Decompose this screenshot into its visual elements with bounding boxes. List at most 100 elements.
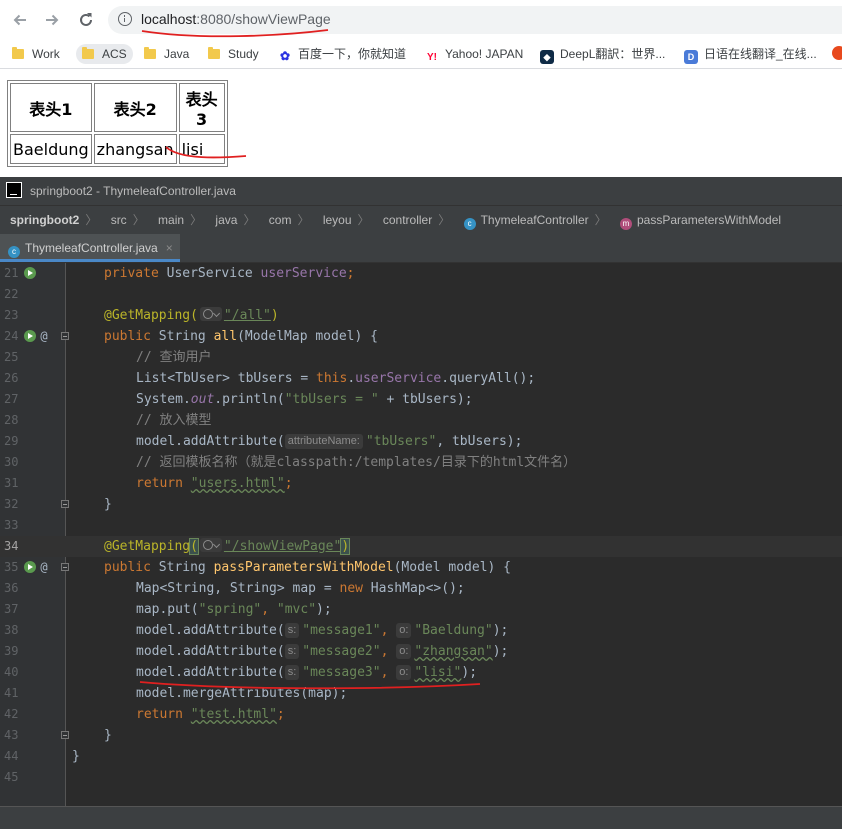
deepl-icon: ◆ (540, 50, 554, 64)
crumb-leyou[interactable]: leyou (323, 206, 352, 234)
back-button[interactable] (8, 8, 32, 32)
crumb-com[interactable]: com (269, 206, 292, 234)
at-sign-icon[interactable]: @ (38, 557, 50, 574)
code-token: ); (461, 665, 478, 680)
bookmark-label: 日语在线翻译_在线... (704, 47, 817, 61)
bookmark-work[interactable]: Work (12, 44, 60, 64)
ide-title: springboot2 - ThymeleafController.java (30, 184, 236, 198)
crumb-src[interactable]: src (111, 206, 127, 234)
code-token[interactable]: "/all" (224, 308, 271, 323)
arrow-right-icon (46, 14, 59, 26)
bean-navigate-icon[interactable] (24, 330, 36, 342)
line-number: 28 (4, 413, 19, 427)
fold-icon[interactable] (61, 332, 69, 340)
bookmark-dict[interactable]: D 日语在线翻译_在线... (684, 44, 817, 64)
code-token: , (261, 602, 277, 617)
bookmark-java[interactable]: Java (144, 44, 189, 64)
bookmark-deepl[interactable]: ◆ DeepL翻訳：世界... (540, 44, 665, 64)
code-token: .queryAll(); (441, 371, 536, 386)
code-token: ); (492, 623, 509, 638)
table-cell: zhangsan (93, 134, 177, 164)
code-token: } (72, 749, 80, 764)
bookmarks-bar: Work ACS Java Study ✿ 百度一下，你就知道 Y! Yahoo! … (0, 40, 842, 69)
crumb-project[interactable]: springboot2 (10, 206, 79, 234)
code-token: ) (340, 538, 351, 555)
code-token: , (380, 644, 397, 659)
code-token: , tbUsers); (436, 434, 523, 449)
code-line: 44 } (0, 746, 842, 767)
bean-navigate-icon[interactable] (24, 267, 36, 279)
code-comment: // 放入模型 (136, 413, 212, 428)
code-line: 40 model.addAttribute(s: "message3", o: "l… (0, 662, 842, 683)
url-host: localhost (141, 11, 197, 27)
chevron-right-icon: 〉 (243, 213, 256, 227)
code-editor[interactable]: 21 private UserService userService; 22 2… (0, 263, 842, 806)
line-number: 24 (4, 329, 19, 343)
code-token: . (347, 371, 356, 386)
bookmark-baidu[interactable]: ✿ 百度一下，你就知道 (278, 44, 406, 64)
bookmark-acs[interactable]: ACS (76, 44, 133, 64)
crumb-controller[interactable]: controller (383, 206, 432, 234)
class-icon: c (8, 246, 20, 258)
line-number: 40 (4, 665, 19, 679)
code-token: passParametersWithModel (213, 560, 394, 575)
bookmark-label: Java (164, 47, 190, 61)
bookmark-overflow[interactable] (832, 44, 842, 64)
code-token: @GetMapping( (104, 308, 198, 323)
info-icon[interactable] (118, 12, 132, 26)
line-number: 29 (4, 434, 19, 448)
table-cell: lisi (178, 134, 225, 164)
line-number: 33 (4, 518, 19, 532)
bookmark-label: 百度一下，你就知道 (298, 47, 407, 61)
bean-navigate-icon[interactable] (24, 561, 36, 573)
crumb-main[interactable]: main (158, 206, 184, 234)
address-bar[interactable]: localhost:8080/showViewPage (108, 6, 842, 34)
code-token: model.addAttribute( (136, 644, 285, 659)
reload-button[interactable] (74, 8, 98, 32)
fold-icon[interactable] (61, 731, 69, 739)
code-line: 36 Map<String, String> map = new HashMap… (0, 578, 842, 599)
code-token: HashMap<>(); (362, 581, 465, 596)
crumb-class-label: ThymeleafController (480, 213, 589, 227)
code-token: } (104, 728, 112, 743)
url-text[interactable]: localhost:8080/showViewPage (141, 11, 331, 27)
line-number: 34 (4, 539, 19, 553)
code-token: "tbUsers = " (284, 392, 379, 407)
crumb-java[interactable]: java (215, 206, 237, 234)
code-token: Map<String, String> map = (136, 581, 340, 596)
ide-status-bar (0, 806, 842, 829)
code-token: "lisi" (414, 665, 462, 680)
folder-icon (144, 47, 156, 59)
forward-button[interactable] (40, 8, 64, 32)
code-line: 22 (0, 284, 842, 305)
table-row: Baeldung zhangsan lisi (10, 134, 225, 164)
code-line: 45 (0, 767, 842, 788)
intellij-logo-icon (6, 182, 22, 198)
code-token: "zhangsan" (414, 644, 493, 659)
code-token[interactable]: "/showViewPage" (224, 539, 341, 554)
close-icon[interactable]: × (166, 234, 173, 262)
globe-icon[interactable] (199, 538, 222, 552)
line-number: 35 (4, 560, 19, 574)
code-token: public (104, 329, 151, 344)
fold-icon[interactable] (61, 500, 69, 508)
code-token: "users.html" (190, 476, 285, 491)
code-token: new (339, 581, 363, 596)
code-token: @GetMapping (104, 539, 191, 554)
line-number: 36 (4, 581, 19, 595)
code-comment: // 查询用户 (136, 350, 212, 365)
method-icon: m (620, 218, 632, 230)
code-token: , (380, 665, 397, 680)
code-line: 42 return "test.html"; (0, 704, 842, 725)
bookmark-study[interactable]: Study (208, 44, 259, 64)
globe-icon[interactable] (199, 307, 222, 321)
code-token: "test.html" (190, 707, 277, 722)
code-token: List<TbUser> tbUsers = (136, 371, 317, 386)
fold-icon[interactable] (61, 563, 69, 571)
code-line: 26 List<TbUser> tbUsers = this.userServi… (0, 368, 842, 389)
at-sign-icon[interactable]: @ (38, 326, 50, 343)
bookmark-yahoo[interactable]: Y! Yahoo! JAPAN (425, 44, 523, 65)
tab-thymeleaf-controller[interactable]: c ThymeleafController.java × (0, 234, 180, 262)
crumb-class[interactable]: c ThymeleafController (463, 206, 589, 234)
crumb-method[interactable]: m passParametersWithModel (620, 206, 781, 234)
